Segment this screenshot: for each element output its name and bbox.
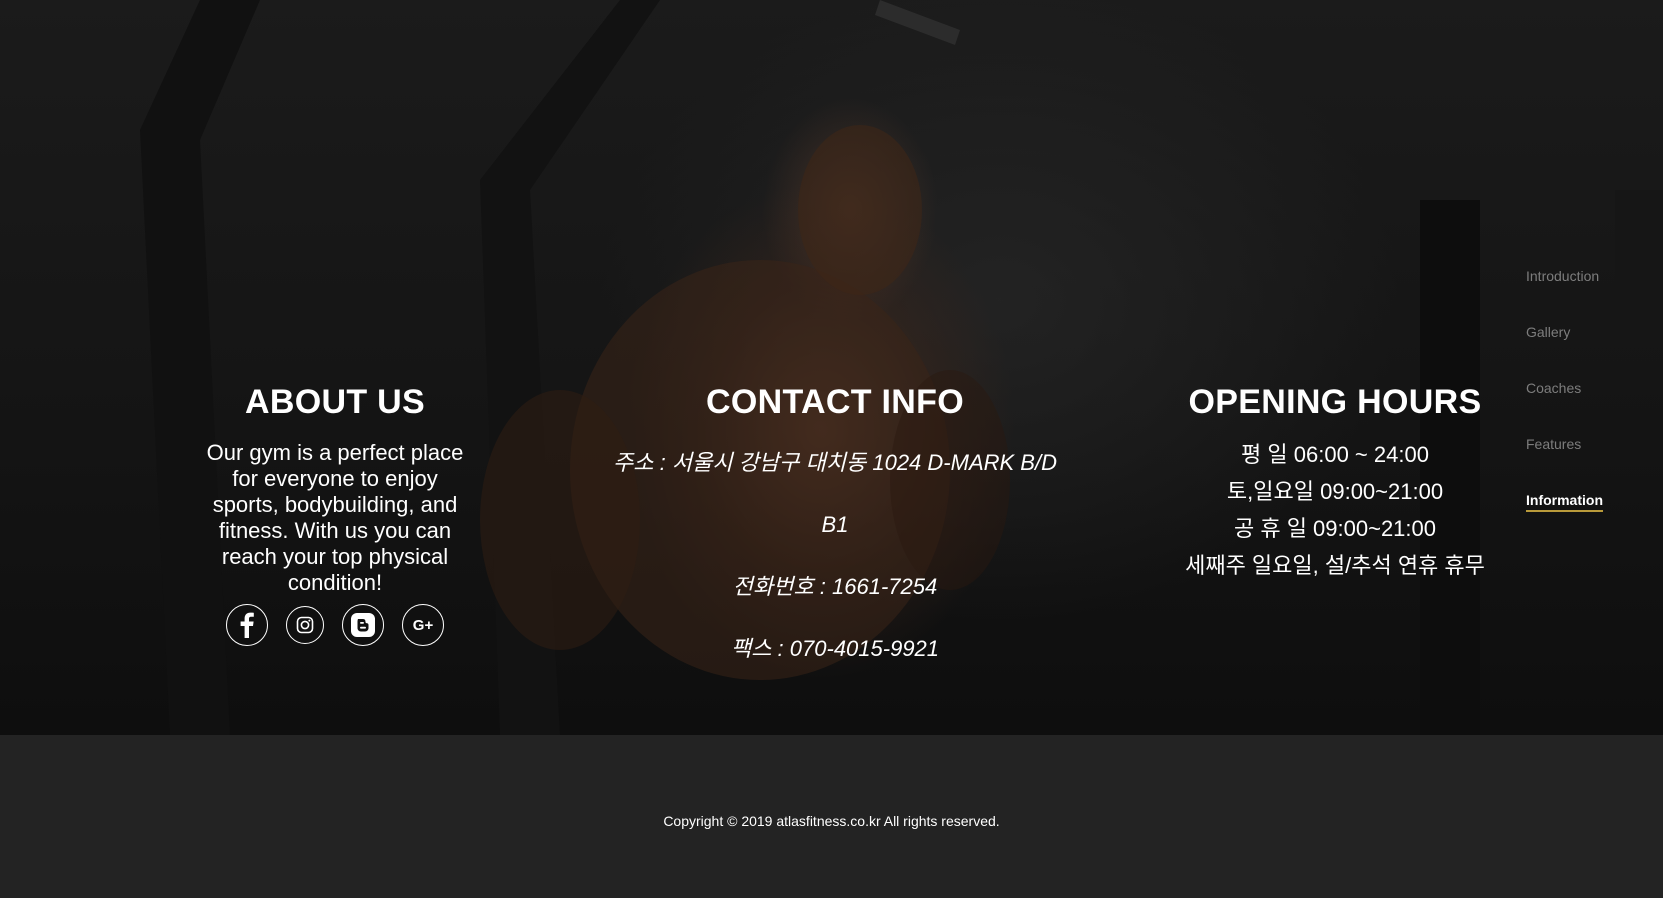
hours-section: OPENING HOURS 평 일 06:00 ~ 24:00 토,일요일 09… — [1130, 380, 1540, 590]
side-nav-coaches[interactable]: Coaches — [1526, 374, 1603, 430]
side-nav-information-label: Information — [1526, 492, 1603, 512]
instagram-icon — [296, 616, 314, 634]
contact-section: CONTACT INFO 주소 : 서울시 강남구 대치동 1024 D-MAR… — [560, 380, 1110, 698]
hero-background: ABOUT US Our gym is a perfect place for … — [0, 0, 1663, 735]
about-title: ABOUT US — [245, 383, 425, 421]
copyright-text: Copyright © 2019 atlasfitness.co.kr All … — [663, 813, 1000, 829]
side-nav-information[interactable]: Information — [1526, 486, 1603, 542]
contact-address-floor: B1 — [821, 512, 849, 537]
facebook-icon — [240, 612, 254, 638]
blogger-link[interactable] — [342, 604, 384, 646]
footer: Copyright © 2019 atlasfitness.co.kr All … — [0, 735, 1663, 898]
hours-title: OPENING HOURS — [1188, 383, 1482, 421]
google-plus-icon: G+ — [412, 616, 434, 634]
hours-weekday: 평 일 06:00 ~ 24:00 — [1241, 442, 1429, 467]
side-nav-features[interactable]: Features — [1526, 430, 1603, 486]
contact-title: CONTACT INFO — [706, 383, 964, 421]
social-links: G+ — [185, 604, 485, 646]
hours-closed: 세째주 일요일, 설/추석 연휴 휴무 — [1185, 553, 1485, 578]
hours-weekend: 토,일요일 09:00~21:00 — [1226, 479, 1444, 504]
instagram-link[interactable] — [286, 606, 324, 644]
side-nav-gallery[interactable]: Gallery — [1526, 318, 1603, 374]
contact-phone: 전화번호 : 1661-7254 — [732, 574, 938, 599]
about-section: ABOUT US Our gym is a perfect place for … — [185, 380, 485, 646]
contact-address: 주소 : 서울시 강남구 대치동 1024 D-MARK B/D — [613, 450, 1057, 475]
facebook-link[interactable] — [226, 604, 268, 646]
side-nav: Introduction Gallery Coaches Features In… — [1526, 262, 1603, 542]
hours-holiday: 공 휴 일 09:00~21:00 — [1233, 516, 1436, 541]
blogger-icon — [351, 613, 375, 637]
contact-fax: 팩스 : 070-4015-9921 — [730, 636, 940, 661]
about-text: Our gym is a perfect place for everyone … — [206, 440, 464, 595]
side-nav-introduction[interactable]: Introduction — [1526, 262, 1603, 318]
google-plus-link[interactable]: G+ — [402, 604, 444, 646]
